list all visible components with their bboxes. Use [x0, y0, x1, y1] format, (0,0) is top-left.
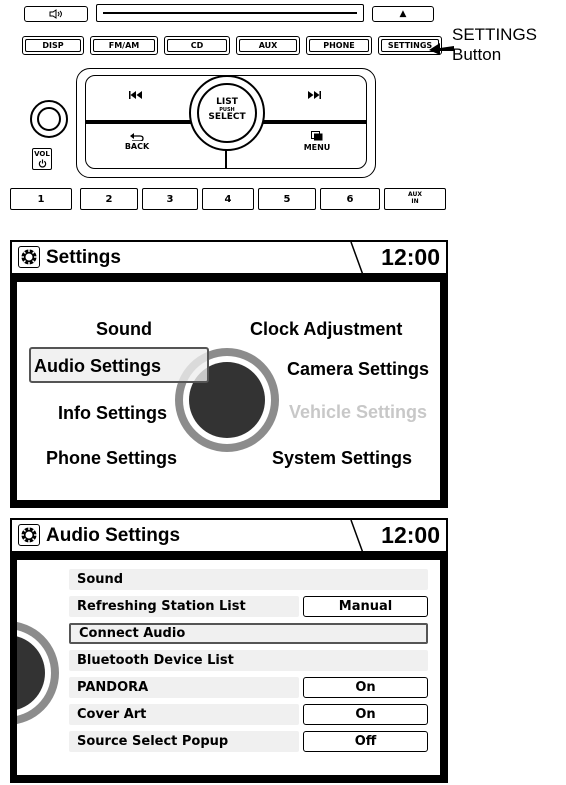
clock-display: 12:00 [381, 244, 440, 270]
selection-knob [17, 621, 59, 725]
disc-slot [96, 4, 364, 22]
audio-settings-screen: Audio Settings 12:00 Sound Refreshing St… [10, 518, 448, 783]
title-divider [350, 520, 364, 553]
next-track-button[interactable] [285, 87, 345, 107]
back-arrow-icon [130, 133, 144, 141]
list-item-pandora[interactable]: PANDORA [69, 677, 299, 698]
page-title: Settings [46, 247, 121, 268]
disp-button[interactable]: DISP [22, 36, 84, 55]
page-title: Audio Settings [46, 525, 181, 546]
list-item-cover-art[interactable]: Cover Art [69, 704, 299, 725]
list-item-source-select-popup[interactable]: Source Select Popup [69, 731, 299, 752]
preset-5-button[interactable]: 5 [258, 188, 316, 210]
cover-art-value[interactable]: On [303, 704, 428, 725]
skip-forward-icon [308, 91, 321, 99]
aux-in-jack[interactable]: AUX IN [384, 188, 446, 210]
top-strip: ▲ [0, 0, 452, 26]
clock-display: 12:00 [381, 522, 440, 548]
preset-2-button[interactable]: 2 [80, 188, 138, 210]
settings-title-bar: Settings 12:00 [12, 242, 446, 275]
menu-item-camera-settings[interactable]: Camera Settings [287, 359, 429, 380]
list-item-connect-audio[interactable]: Connect Audio [69, 623, 428, 644]
audio-title-bar: Audio Settings 12:00 [12, 520, 446, 553]
menu-item-system-settings[interactable]: System Settings [272, 448, 412, 469]
audio-settings-list: Sound Refreshing Station List Manual Con… [17, 560, 440, 775]
settings-screen: Settings 12:00 Sound Audio Settings Info… [10, 240, 448, 508]
aux-button[interactable]: AUX [236, 36, 300, 55]
speaker-icon [49, 9, 62, 19]
source-select-popup-value[interactable]: Off [303, 731, 428, 752]
preset-3-button[interactable]: 3 [142, 188, 198, 210]
audio-src-button[interactable] [24, 6, 88, 22]
eject-icon: ▲ [399, 8, 407, 19]
menu-item-vehicle-settings: Vehicle Settings [289, 402, 428, 422]
gear-icon [18, 524, 40, 546]
list-select-knob[interactable]: LIST PUSH SELECT [189, 75, 265, 151]
phone-button[interactable]: PHONE [306, 36, 372, 55]
prev-track-button[interactable] [107, 87, 167, 107]
volume-knob[interactable] [30, 100, 68, 138]
menu-item-sound[interactable]: Sound [96, 319, 152, 340]
preset-4-button[interactable]: 4 [202, 188, 254, 210]
menu-icon [311, 131, 323, 141]
menu-button[interactable]: MENU [289, 131, 345, 163]
power-icon [38, 159, 46, 168]
list-item-sound[interactable]: Sound [69, 569, 428, 590]
pandora-value[interactable]: On [303, 677, 428, 698]
skip-back-icon [129, 91, 142, 99]
preset-1-button[interactable]: 1 [10, 188, 72, 210]
settings-menu: Sound Audio Settings Info Settings Phone… [17, 282, 440, 500]
settings-callout: SETTINGS Button [452, 25, 538, 64]
title-divider [350, 242, 364, 275]
preset-6-button[interactable]: 6 [320, 188, 380, 210]
refreshing-station-value[interactable]: Manual [303, 596, 428, 617]
menu-item-phone-settings[interactable]: Phone Settings [46, 448, 177, 469]
control-cluster: BACK MENU LIST PUSH SELECT [76, 68, 376, 178]
power-vol-button[interactable]: VOL [32, 148, 52, 170]
menu-item-audio-settings[interactable]: Audio Settings [34, 356, 161, 377]
source-row: DISP FM/AM CD AUX PHONE SETTINGS [22, 36, 442, 56]
eject-button[interactable]: ▲ [372, 6, 434, 22]
list-item-refreshing-station-list[interactable]: Refreshing Station List [69, 596, 299, 617]
menu-item-clock-adjustment[interactable]: Clock Adjustment [250, 319, 402, 340]
fm-am-button[interactable]: FM/AM [90, 36, 158, 55]
back-button[interactable]: BACK [109, 133, 165, 163]
list-item-bluetooth-device-list[interactable]: Bluetooth Device List [69, 650, 428, 671]
cd-button[interactable]: CD [164, 36, 230, 55]
gear-icon [18, 246, 40, 268]
menu-item-info-settings[interactable]: Info Settings [58, 403, 167, 424]
